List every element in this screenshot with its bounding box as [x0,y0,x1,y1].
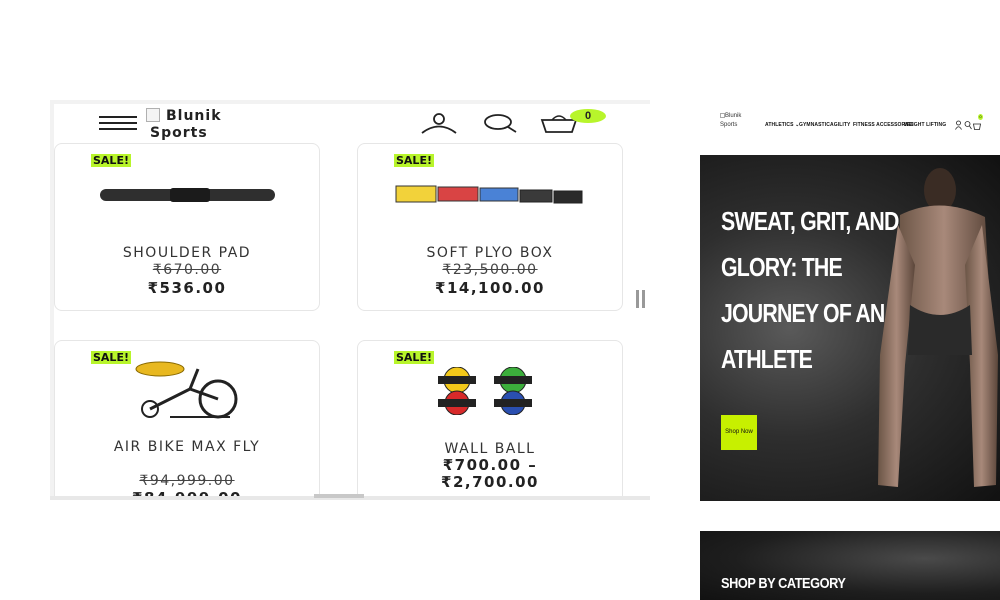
nav-item-weight-lifting[interactable]: WEIGHT LIFTING [904,122,946,128]
sale-badge: SALE! [394,351,434,364]
cart-icon[interactable] [973,120,981,130]
hero-banner: SWEAT, GRIT, AND GLORY: THE JOURNEY OF A… [700,155,1000,501]
product-card[interactable]: SALE! AIR BIKE MAX FLY ₹94,999.00 ₹84,99… [54,340,320,498]
product-image [135,361,238,419]
product-image [100,188,275,202]
search-icon[interactable] [482,112,520,134]
user-icon[interactable] [419,112,459,134]
cart-count-badge: 0 [978,114,983,120]
menu-icon[interactable] [99,116,137,132]
desktop-logo[interactable]: Blunik Sports [720,112,750,130]
cart-count-badge: 0 [570,109,606,123]
sale-badge: SALE! [394,154,434,167]
user-icon[interactable] [955,120,962,130]
mobile-header: Blunik Sports 0 [54,104,650,144]
product-price: ₹14,100.00 [435,279,545,297]
mobile-viewport: Blunik Sports 0 SALE! SHOULDER PAD ₹670.… [54,104,650,498]
site-logo[interactable]: Blunik Sports [146,106,276,142]
resize-handle[interactable] [636,290,646,308]
product-title[interactable]: SHOULDER PAD [55,245,319,262]
product-card[interactable]: SALE! SHOULDER PAD ₹670.00 ₹536.00 [54,143,320,311]
product-old-price: ₹94,999.00 [139,473,235,489]
hero-title: SWEAT, GRIT, AND GLORY: THE JOURNEY OF A… [721,206,899,374]
mobile-preview: Blunik Sports 0 SALE! SHOULDER PAD ₹670.… [50,100,650,500]
product-image [438,367,532,415]
shop-by-category-section: SHOP BY CATEGORY [700,531,1000,600]
product-card[interactable]: SALE! WALL BALL ₹700.00 – ₹2,700.00 [357,340,623,498]
sale-badge: SALE! [91,351,131,364]
nav-item-agility[interactable]: AGILITY [830,122,850,128]
screenshot-stage: Blunik Sports 0 SALE! SHOULDER PAD ₹670.… [0,0,1000,600]
product-price: ₹536.00 [147,279,227,297]
nav-item-gymnastic[interactable]: GYMNASTIC [799,122,830,128]
product-title[interactable]: SOFT PLYO BOX [358,245,622,262]
shop-now-button[interactable]: Shop Now [721,415,757,450]
product-image [395,185,583,204]
horizontal-scrollbar[interactable] [314,494,364,498]
nav-item-athletics[interactable]: ATHLETICS ⌄ [765,122,799,128]
logo-alt-text: Blunik Sports [150,108,222,141]
product-old-price: ₹670.00 [152,262,222,278]
search-icon[interactable] [964,120,972,130]
product-title[interactable]: AIR BIKE MAX FLY [55,439,319,456]
section-title: SHOP BY CATEGORY [721,575,846,592]
product-card[interactable]: SALE! SOFT PLYO BOX ₹23,500.00 ₹14,100.0… [357,143,623,311]
desktop-header: Blunik Sports ATHLETICS ⌄ GYMNASTIC AGIL… [700,108,1000,142]
product-price-range: ₹700.00 – ₹2,700.00 [441,456,539,491]
product-old-price: ₹23,500.00 [442,262,538,278]
sale-badge: SALE! [91,154,131,167]
